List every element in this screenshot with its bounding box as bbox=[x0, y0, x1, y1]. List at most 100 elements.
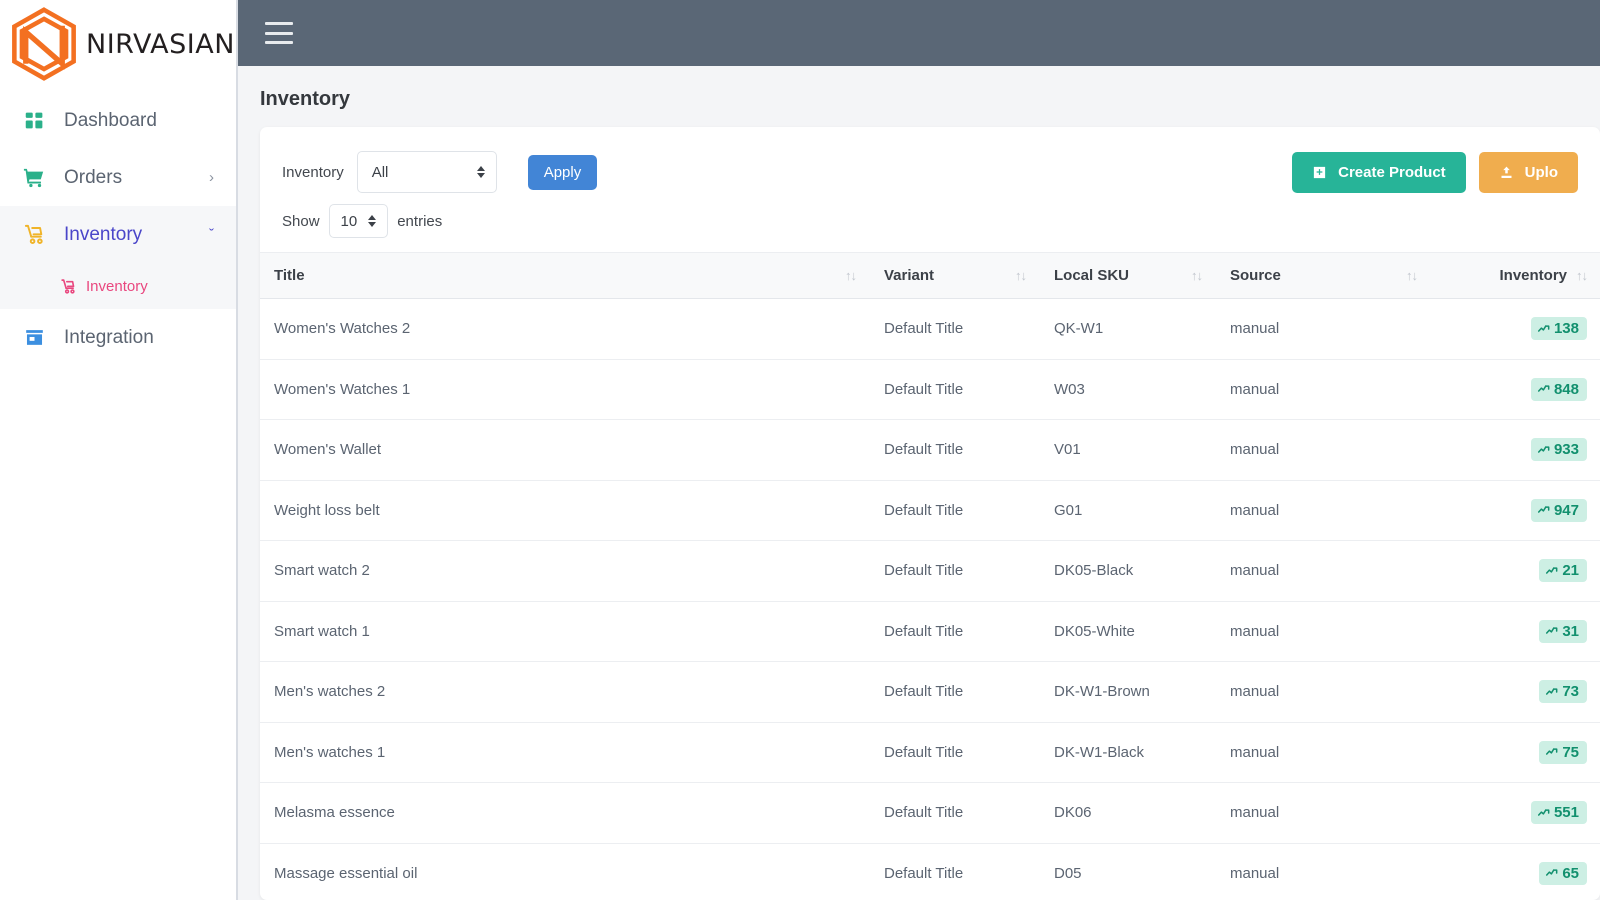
cell-local-sku: DK05-White bbox=[1040, 601, 1216, 662]
inventory-count: 31 bbox=[1562, 622, 1579, 640]
cell-title: Men's watches 2 bbox=[260, 661, 870, 723]
cell-inventory: 848 bbox=[1431, 359, 1600, 420]
page-header: Inventory bbox=[238, 66, 1600, 127]
status-badge: 75 bbox=[1539, 740, 1587, 764]
table-row[interactable]: Melasma essence Default Title DK06 manual 55… bbox=[260, 782, 1600, 844]
storefront-icon bbox=[22, 326, 46, 350]
cell-source: manual bbox=[1216, 661, 1431, 723]
cell-source: manual bbox=[1216, 601, 1431, 662]
cell-inventory: 138 bbox=[1431, 298, 1600, 360]
column-header-inventory[interactable]: Inventory ↑↓ bbox=[1431, 252, 1600, 299]
sort-updown-icon: ↑↓ bbox=[1191, 268, 1203, 283]
sidebar-item-orders[interactable]: Orders › bbox=[0, 149, 236, 206]
table-row[interactable]: Massage essential oil Default Title D05 man… bbox=[260, 843, 1600, 900]
cell-title: Smart watch 2 bbox=[260, 540, 870, 602]
cell-inventory: 947 bbox=[1431, 480, 1600, 541]
column-header-title[interactable]: Title ↑↓ bbox=[260, 252, 870, 299]
upload-button[interactable]: Uplo bbox=[1478, 151, 1578, 193]
cell-source: manual bbox=[1216, 540, 1431, 602]
cell-title: Melasma essence bbox=[260, 782, 870, 844]
table-row[interactable]: Weight loss belt Default Title G01 manual 94… bbox=[260, 480, 1600, 541]
inventory-count: 73 bbox=[1562, 683, 1579, 701]
top-bar bbox=[238, 0, 1600, 66]
inventory-table: Title ↑↓ Variant ↑↓ Local SKU ↑↓ Source … bbox=[260, 252, 1600, 900]
cell-variant: Default Title bbox=[870, 843, 1040, 900]
sort-updown-icon: ↑↓ bbox=[1576, 268, 1588, 283]
sidebar-item-label: Integration bbox=[64, 326, 154, 348]
trending-up-icon bbox=[1537, 443, 1551, 457]
show-entries-suffix: entries bbox=[397, 212, 443, 230]
trending-up-icon bbox=[1545, 564, 1559, 578]
column-header-source[interactable]: Source ↑↓ bbox=[1216, 252, 1431, 299]
column-header-local-sku[interactable]: Local SKU ↑↓ bbox=[1040, 252, 1216, 299]
page-title: Inventory bbox=[260, 88, 351, 110]
entries-per-page-select[interactable]: 10 bbox=[328, 204, 389, 238]
upload-icon bbox=[1499, 165, 1514, 180]
cell-source: manual bbox=[1216, 480, 1431, 541]
inventory-count: 848 bbox=[1553, 380, 1579, 398]
cell-title: Massage essential oil bbox=[260, 843, 870, 900]
cell-inventory: 75 bbox=[1431, 722, 1600, 783]
cell-local-sku: W03 bbox=[1040, 359, 1216, 420]
table-row[interactable]: Men's watches 2 Default Title DK-W1-Brown m… bbox=[260, 661, 1600, 723]
table-row[interactable]: Women's Wallet Default Title V01 manual 933 bbox=[260, 419, 1600, 481]
apply-button[interactable]: Apply bbox=[527, 154, 598, 190]
table-row[interactable]: Men's watches 1 Default Title DK-W1-Black m… bbox=[260, 722, 1600, 783]
cell-title: Weight loss belt bbox=[260, 480, 870, 541]
status-badge: 848 bbox=[1530, 377, 1587, 401]
cell-local-sku: D05 bbox=[1040, 843, 1216, 900]
toolbar-actions: Create Product Uplo bbox=[1292, 151, 1578, 193]
cell-inventory: 21 bbox=[1431, 540, 1600, 602]
sidebar-subitem-inventory[interactable]: Inventory bbox=[0, 263, 236, 309]
shopping-cart-icon bbox=[22, 166, 46, 190]
trending-up-icon bbox=[1545, 685, 1559, 699]
table-row[interactable]: Women's Watches 1 Default Title W03 manual 8… bbox=[260, 359, 1600, 420]
cell-source: manual bbox=[1216, 782, 1431, 844]
sidebar-item-dashboard[interactable]: Dashboard bbox=[0, 92, 236, 149]
create-product-button[interactable]: Create Product bbox=[1292, 151, 1466, 193]
status-badge: 933 bbox=[1530, 438, 1587, 462]
inventory-count: 65 bbox=[1562, 864, 1579, 882]
cell-inventory: 933 bbox=[1431, 419, 1600, 481]
cell-inventory: 551 bbox=[1431, 782, 1600, 844]
inventory-filter-select[interactable]: All bbox=[356, 151, 497, 193]
cell-title: Women's Wallet bbox=[260, 419, 870, 481]
inventory-card: Inventory All Apply Create Product Uplo … bbox=[260, 127, 1600, 900]
status-badge: 551 bbox=[1530, 801, 1587, 825]
trending-up-icon bbox=[1537, 382, 1551, 396]
hand-truck-icon bbox=[22, 223, 46, 247]
hand-truck-icon bbox=[60, 278, 77, 295]
brand-header[interactable]: NIRVASIAN bbox=[0, 0, 236, 88]
sidebar-item-integration[interactable]: Integration bbox=[0, 309, 236, 366]
column-label: Local SKU bbox=[1054, 267, 1130, 284]
column-label: Variant bbox=[884, 267, 935, 284]
inventory-filter-value: All bbox=[371, 163, 389, 181]
hamburger-menu-icon[interactable] bbox=[265, 22, 293, 44]
sidebar-nav: Dashboard Orders › Inventory ˇ Inventory… bbox=[0, 88, 236, 366]
cell-source: manual bbox=[1216, 298, 1431, 360]
entries-per-page-value: 10 bbox=[340, 212, 358, 230]
sidebar: NIRVASIAN Dashboard Orders › Inventory ˇ… bbox=[0, 0, 238, 900]
table-header-row: Title ↑↓ Variant ↑↓ Local SKU ↑↓ Source … bbox=[260, 252, 1600, 299]
sort-updown-icon: ↑↓ bbox=[1015, 268, 1027, 283]
table-row[interactable]: Smart watch 1 Default Title DK05-White manu… bbox=[260, 601, 1600, 662]
inventory-count: 138 bbox=[1553, 320, 1579, 338]
show-entries-row: Show 10 entries bbox=[260, 193, 1600, 238]
cell-variant: Default Title bbox=[870, 601, 1040, 662]
toolbar: Inventory All Apply Create Product Uplo bbox=[260, 151, 1600, 193]
cell-local-sku: DK-W1-Brown bbox=[1040, 661, 1216, 723]
table-header: Title ↑↓ Variant ↑↓ Local SKU ↑↓ Source … bbox=[260, 252, 1600, 299]
table-row[interactable]: Smart watch 2 Default Title DK05-Black manu… bbox=[260, 540, 1600, 602]
chevron-updown-icon bbox=[476, 166, 485, 178]
table-row[interactable]: Women's Watches 2 Default Title QK-W1 manua… bbox=[260, 298, 1600, 360]
cell-title: Men's watches 1 bbox=[260, 722, 870, 783]
cell-local-sku: G01 bbox=[1040, 480, 1216, 541]
cell-title: Women's Watches 2 bbox=[260, 298, 870, 360]
sidebar-item-inventory[interactable]: Inventory ˇ bbox=[0, 206, 236, 263]
trending-up-icon bbox=[1537, 322, 1551, 336]
sidebar-item-label: Inventory bbox=[64, 223, 143, 245]
cell-variant: Default Title bbox=[870, 298, 1040, 360]
cell-inventory: 31 bbox=[1431, 601, 1600, 662]
grid-dashboard-icon bbox=[22, 109, 46, 133]
column-header-variant[interactable]: Variant ↑↓ bbox=[870, 252, 1040, 299]
